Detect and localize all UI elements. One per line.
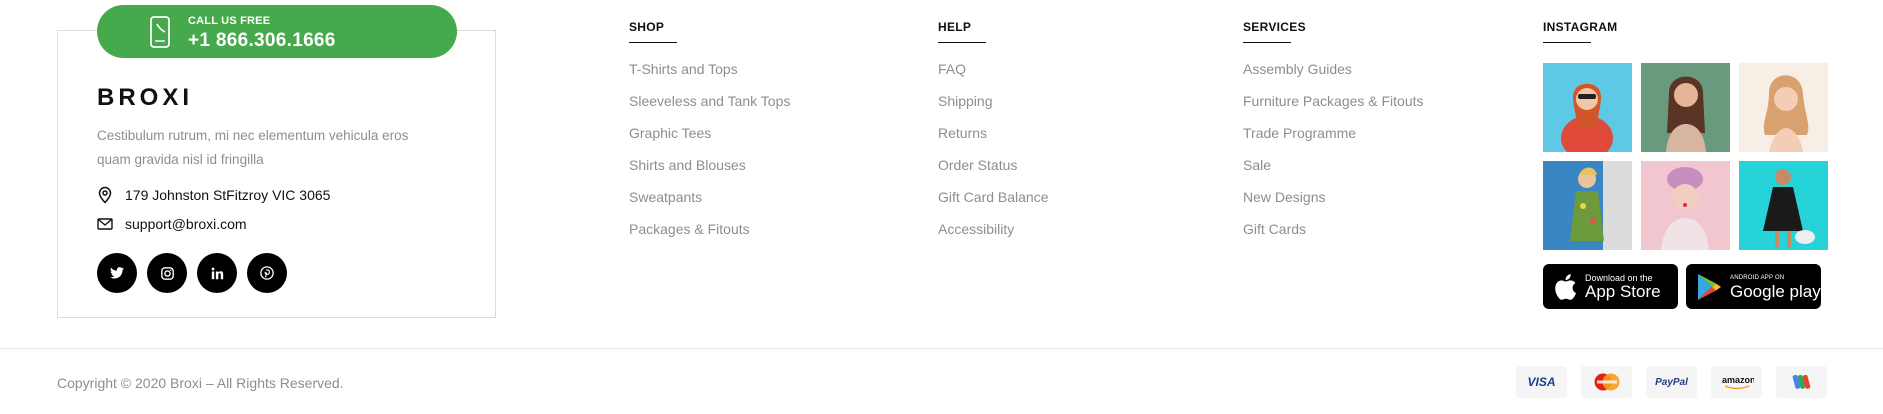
help-link[interactable]: FAQ: [938, 60, 1049, 92]
services-link[interactable]: New Designs: [1243, 188, 1424, 220]
services-link[interactable]: Sale: [1243, 156, 1424, 188]
services-column: SERVICES Assembly Guides Furniture Packa…: [1243, 18, 1424, 252]
email-link[interactable]: support@broxi.com: [125, 216, 247, 232]
social-links: [97, 253, 287, 293]
google-play-bottom-label: Google play: [1730, 281, 1821, 301]
instagram-photo[interactable]: [1543, 63, 1632, 152]
linkedin-icon[interactable]: [197, 253, 237, 293]
mastercard-icon: [1581, 366, 1632, 398]
services-link[interactable]: Trade Programme: [1243, 124, 1424, 156]
app-store-button[interactable]: Download on the App Store: [1543, 264, 1678, 309]
instagram-photo[interactable]: [1739, 161, 1828, 250]
shop-link[interactable]: Shirts and Blouses: [629, 156, 790, 188]
google-wallet-icon: [1776, 366, 1827, 398]
help-link[interactable]: Order Status: [938, 156, 1049, 188]
help-title: HELP: [938, 20, 987, 43]
instagram-photo[interactable]: [1543, 161, 1632, 250]
instagram-photo[interactable]: [1641, 161, 1730, 250]
services-link[interactable]: Gift Cards: [1243, 220, 1424, 252]
help-link[interactable]: Returns: [938, 124, 1049, 156]
shop-link[interactable]: Sweatpants: [629, 188, 790, 220]
instagram-title: INSTAGRAM: [1543, 20, 1617, 43]
twitter-icon[interactable]: [97, 253, 137, 293]
app-store-bottom-label: App Store: [1585, 281, 1661, 301]
services-title: SERVICES: [1243, 20, 1306, 43]
amazon-icon: amazon: [1711, 366, 1762, 398]
address-text: 179 Johnston StFitzroy VIC 3065: [125, 187, 331, 203]
shop-column: SHOP T-Shirts and Tops Sleeveless and Ta…: [629, 18, 790, 252]
instagram-photo[interactable]: [1739, 63, 1828, 152]
apple-icon: [1555, 273, 1576, 300]
visa-icon: VISA: [1516, 366, 1567, 398]
help-link[interactable]: Accessibility: [938, 220, 1049, 252]
copyright-text: Copyright © 2020 Broxi – All Rights Rese…: [57, 375, 344, 391]
shop-link[interactable]: Sleeveless and Tank Tops: [629, 92, 790, 124]
paypal-icon: PayPal: [1646, 366, 1697, 398]
brand-description: Cestibulum rutrum, mi nec elementum vehi…: [97, 128, 409, 167]
services-link[interactable]: Furniture Packages & Fitouts: [1243, 92, 1424, 124]
help-link[interactable]: Gift Card Balance: [938, 188, 1049, 220]
google-play-top-label: ANDROID APP ON: [1730, 274, 1785, 281]
pinterest-icon[interactable]: [247, 253, 287, 293]
email-row[interactable]: support@broxi.com: [97, 216, 247, 232]
app-store-top-label: Download on the: [1585, 272, 1653, 283]
brand-logo[interactable]: BROXI: [97, 84, 193, 112]
payment-methods: VISA PayPal amazon: [1516, 366, 1827, 398]
instagram-grid: [1543, 63, 1828, 250]
shop-link[interactable]: Graphic Tees: [629, 124, 790, 156]
mobile-phone-icon: [150, 16, 170, 48]
map-pin-icon: [98, 186, 112, 204]
instagram-column: INSTAGRAM Download on the App Store ANDR…: [1543, 18, 1828, 309]
help-column: HELP FAQ Shipping Returns Order Status G…: [938, 18, 1049, 252]
svg-text:amazon: amazon: [1722, 375, 1754, 385]
shop-link[interactable]: Packages & Fitouts: [629, 220, 790, 252]
instagram-icon[interactable]: [147, 253, 187, 293]
services-link[interactable]: Assembly Guides: [1243, 60, 1424, 92]
phone-number[interactable]: +1 866.306.1666: [188, 30, 336, 52]
footer-divider: [0, 348, 1883, 349]
call-us-button[interactable]: CALL US FREE +1 866.306.1666: [97, 5, 457, 58]
shop-link[interactable]: T-Shirts and Tops: [629, 60, 790, 92]
call-us-label: CALL US FREE: [188, 15, 271, 27]
google-play-button[interactable]: ANDROID APP ON Google play: [1686, 264, 1821, 309]
instagram-photo[interactable]: [1641, 63, 1730, 152]
shop-title: SHOP: [629, 20, 678, 43]
google-play-icon: [1698, 273, 1721, 300]
envelope-icon: [97, 218, 113, 230]
help-link[interactable]: Shipping: [938, 92, 1049, 124]
address-row: 179 Johnston StFitzroy VIC 3065: [97, 186, 330, 204]
